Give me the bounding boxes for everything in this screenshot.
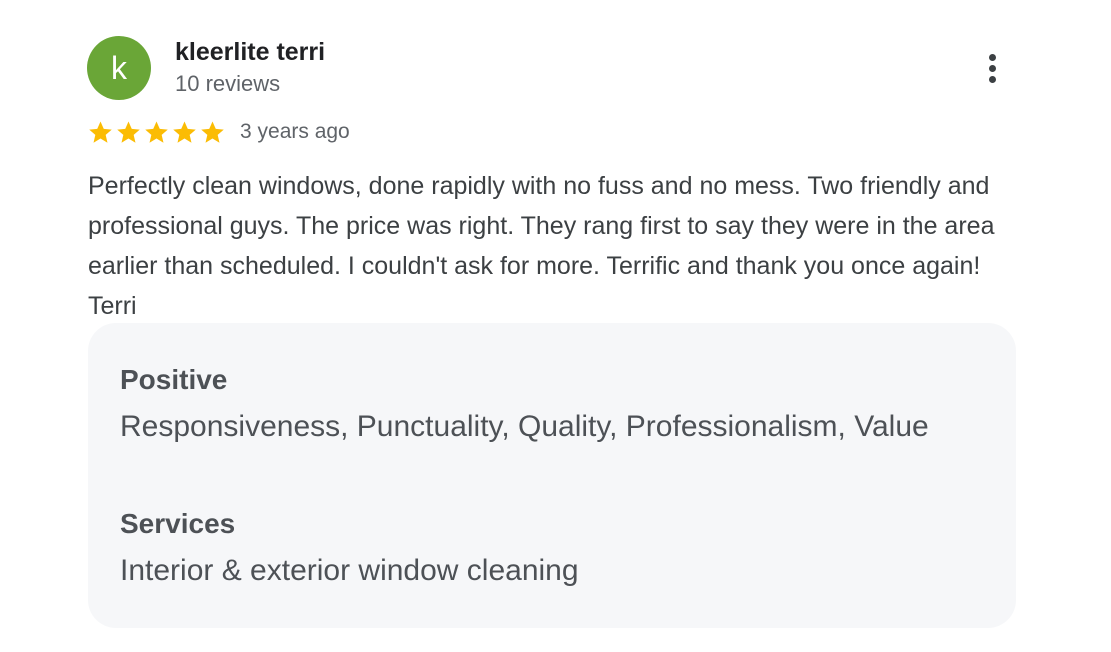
- positive-heading: Positive: [120, 364, 228, 395]
- more-vert-icon: [988, 53, 996, 61]
- star-icon: [173, 120, 196, 143]
- review-date: 3 years ago: [240, 120, 350, 143]
- avatar[interactable]: k: [87, 36, 151, 100]
- review-card: k kleerlite terri 10 reviews 3 years ago…: [0, 0, 1111, 652]
- services-value: Interior & exterior window cleaning: [120, 554, 579, 587]
- avatar-letter: k: [111, 50, 127, 86]
- more-vert-icon-dot: [988, 75, 996, 83]
- rating-row: 3 years ago: [87, 116, 350, 148]
- star-icon: [117, 120, 140, 143]
- services-heading: Services: [120, 508, 236, 539]
- review-text: Perfectly clean windows, done rapidly wi…: [88, 172, 995, 320]
- review-attributes: Positive Responsiveness, Punctuality, Qu…: [88, 323, 1016, 628]
- more-vert-icon-dot: [988, 64, 996, 72]
- star-icon: [145, 120, 168, 143]
- positive-value: Responsiveness, Punctuality, Quality, Pr…: [120, 410, 929, 443]
- star-icon: [201, 120, 224, 143]
- star-icon: [89, 120, 112, 143]
- more-options-button[interactable]: [972, 46, 1012, 90]
- reviewer-name[interactable]: kleerlite terri: [175, 37, 325, 67]
- star-rating: [87, 119, 226, 146]
- reviewer-review-count: 10 reviews: [175, 71, 281, 96]
